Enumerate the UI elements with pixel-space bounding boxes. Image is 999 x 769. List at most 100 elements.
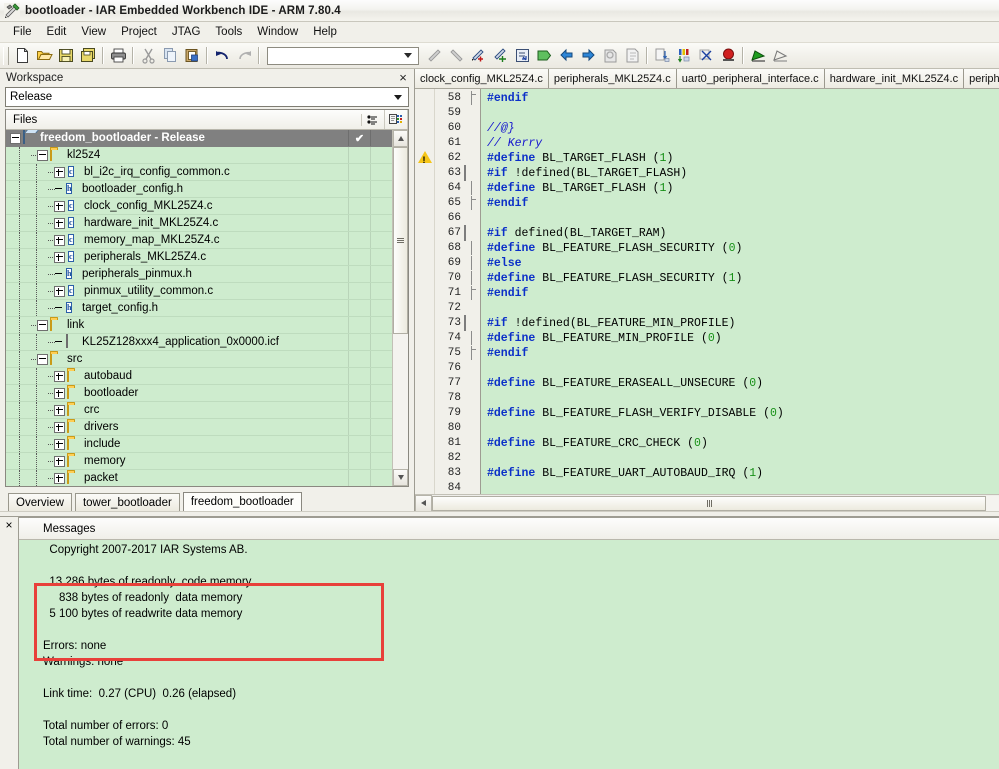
tree-item-flag-cell[interactable] (348, 198, 370, 214)
code-line[interactable]: #define BL_FEATURE_UART_AUTOBAUD_IRQ (1) (487, 466, 999, 481)
code-line[interactable] (487, 421, 999, 436)
tree-item-flag-cell[interactable] (348, 232, 370, 248)
new-document-button[interactable] (11, 45, 33, 66)
tree-item-hardware-init-mkl25z4-c[interactable]: c hardware_init_MKL25Z4.c (6, 215, 392, 232)
menu-help[interactable]: Help (306, 24, 345, 40)
code-line[interactable]: #endif (487, 91, 999, 106)
code-line[interactable]: // Kerry (487, 136, 999, 151)
tree-item-build-cell[interactable] (370, 470, 392, 486)
tree-item-build-cell[interactable] (370, 215, 392, 231)
code-line[interactable] (487, 211, 999, 226)
collapse-toggle[interactable] (37, 353, 48, 365)
messages-list[interactable]: Copyright 2007-2017 IAR Systems AB. 13 2… (19, 540, 999, 769)
build-configuration-select[interactable]: Release (5, 87, 409, 107)
expand-toggle[interactable] (54, 166, 65, 178)
code-line[interactable]: #define BL_FEATURE_CRC_CHECK (0) (487, 436, 999, 451)
menu-file[interactable]: File (6, 24, 40, 40)
scroll-left-button[interactable] (415, 494, 432, 512)
code-line[interactable] (487, 361, 999, 376)
editor-tab-clock-config-mkl25z4-c[interactable]: clock_config_MKL25Z4.c (415, 69, 549, 88)
tree-item-flag-cell[interactable] (348, 368, 370, 384)
code-line[interactable]: #define BL_FEATURE_ERASEALL_UNSECURE (0) (487, 376, 999, 391)
tree-item-build-cell[interactable] (370, 198, 392, 214)
tree-item-crc[interactable]: crc (6, 402, 392, 419)
tree-item-build-cell[interactable] (370, 334, 392, 350)
code-line[interactable]: #else (487, 256, 999, 271)
code-line[interactable]: #define BL_FEATURE_FLASH_SECURITY (0) (487, 241, 999, 256)
build-all-button[interactable] (673, 45, 695, 66)
tree-item-build-cell[interactable] (370, 419, 392, 435)
tree-item-flag-cell[interactable] (348, 453, 370, 469)
tree-item-build-cell[interactable] (370, 283, 392, 299)
fold-collapse-icon[interactable] (464, 165, 466, 181)
tree-item-flag-cell[interactable] (348, 215, 370, 231)
tree-item-bootloader[interactable]: bootloader (6, 385, 392, 402)
tree-item-flag-cell[interactable] (348, 249, 370, 265)
tree-item-build-cell[interactable] (370, 147, 392, 163)
expand-toggle[interactable] (54, 370, 65, 382)
debug-without-download-button[interactable] (769, 45, 791, 66)
find-previous-button[interactable] (423, 45, 445, 66)
editor-fold-gutter[interactable] (464, 89, 481, 494)
tree-item-clock-config-mkl25z4-c[interactable]: c clock_config_MKL25Z4.c (6, 198, 392, 215)
scroll-up-button[interactable] (393, 130, 408, 147)
menu-project[interactable]: Project (114, 24, 165, 40)
tree-item-memory-map-mkl25z4-c[interactable]: c memory_map_MKL25Z4.c (6, 232, 392, 249)
tree-vertical-scrollbar[interactable] (392, 130, 408, 486)
menu-jtag[interactable]: JTAG (165, 24, 209, 40)
editor-code-area[interactable]: #endif //@}// Kerry #define BL_TARGET_FLA… (481, 89, 999, 494)
menu-edit[interactable]: Edit (40, 24, 75, 40)
tree-item-build-cell[interactable] (370, 181, 392, 197)
tree-item-build-cell[interactable] (370, 385, 392, 401)
paste-button[interactable] (181, 45, 203, 66)
save-button[interactable] (55, 45, 77, 66)
tree-item-flag-cell[interactable] (348, 300, 370, 316)
hscroll-thumb[interactable] (432, 495, 986, 511)
collapse-toggle[interactable] (37, 149, 48, 161)
expand-toggle[interactable] (54, 200, 65, 212)
code-line[interactable]: #endif (487, 346, 999, 361)
expand-toggle[interactable] (54, 421, 65, 433)
tree-item-build-cell[interactable] (370, 402, 392, 418)
tree-item-flag-cell[interactable] (348, 351, 370, 367)
fold-collapse-icon[interactable] (464, 315, 466, 331)
tree-item-build-cell[interactable] (370, 300, 392, 316)
tree-item-memory[interactable]: memory (6, 453, 392, 470)
tree-item-flag-cell[interactable] (348, 402, 370, 418)
tree-item-flag-cell[interactable] (348, 164, 370, 180)
close-icon[interactable]: × (396, 71, 410, 84)
code-line[interactable]: #define BL_TARGET_FLASH (1) (487, 181, 999, 196)
expand-toggle[interactable] (54, 387, 65, 399)
tree-item-pinmux-utility-common-c[interactable]: c pinmux_utility_common.c (6, 283, 392, 300)
scroll-track[interactable] (393, 147, 408, 469)
menu-view[interactable]: View (74, 24, 114, 40)
copy-button[interactable] (159, 45, 181, 66)
tree-item-peripherals-mkl25z4-c[interactable]: c peripherals_MKL25Z4.c (6, 249, 392, 266)
close-icon[interactable]: × (5, 519, 12, 531)
editor-tab-peripherals-mkl25z4-c[interactable]: peripherals_MKL25Z4.c (548, 69, 677, 88)
fold-cell[interactable] (464, 165, 480, 181)
tree-item-autobaud[interactable]: autobaud (6, 368, 392, 385)
code-line[interactable]: #if !defined(BL_FEATURE_MIN_PROFILE) (487, 316, 999, 331)
navigate-window-button[interactable] (511, 45, 533, 66)
tree-item-build-cell[interactable] (370, 351, 392, 367)
expand-toggle[interactable] (54, 455, 65, 467)
editor-body[interactable]: 58 59 60 61 62 63 64 65 66 67 68 69 70 71 72 73 74 75 76 77… (415, 89, 999, 494)
fold-cell[interactable] (464, 225, 480, 241)
file-tree[interactable]: freedom_bootloader - Release ✔ kl25z4 c bl_i… (6, 130, 392, 486)
search-combo[interactable] (267, 46, 419, 65)
tree-item-flag-cell[interactable]: ✔ (348, 130, 370, 146)
editor-tab-peripherals-pinmux[interactable]: peripherals_pinmux (964, 69, 999, 88)
compile-button[interactable] (533, 45, 555, 66)
find-next-button[interactable] (445, 45, 467, 66)
save-all-button[interactable] (77, 45, 99, 66)
tree-item-packet[interactable]: packet (6, 470, 392, 486)
breakpoint-button[interactable] (717, 45, 739, 66)
expand-toggle[interactable] (54, 404, 65, 416)
expand-toggle[interactable] (54, 217, 65, 229)
tree-item-flag-cell[interactable] (348, 419, 370, 435)
cut-button[interactable] (137, 45, 159, 66)
tree-item-flag-cell[interactable] (348, 283, 370, 299)
tree-item-kl25z4[interactable]: kl25z4 (6, 147, 392, 164)
tree-item-build-cell[interactable] (370, 232, 392, 248)
